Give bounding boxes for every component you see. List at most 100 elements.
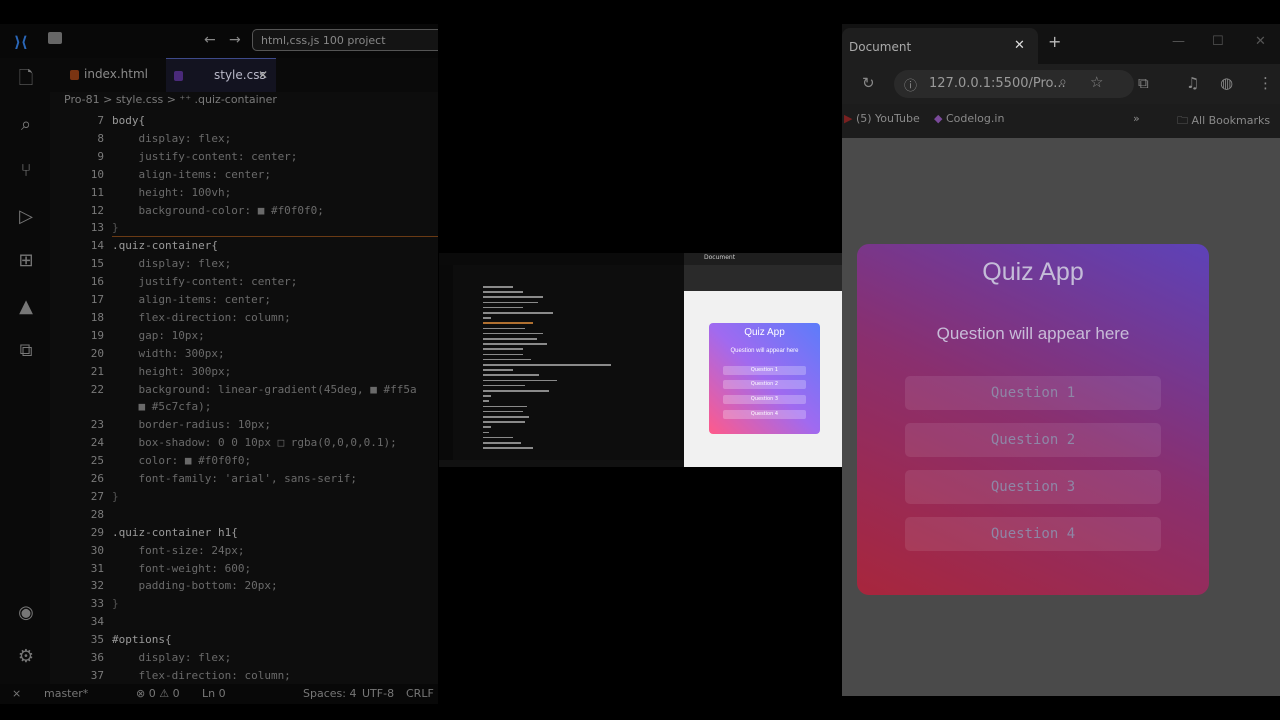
option-button[interactable]: Question 1: [905, 376, 1161, 410]
breadcrumb[interactable]: Pro-81 > style.css > ⁺⁺ .quiz-container: [64, 93, 277, 106]
code-line[interactable]: 19 gap: 10px;: [50, 327, 438, 345]
cursor-position[interactable]: Ln 0: [202, 687, 226, 700]
code-text[interactable]: width: 300px;: [112, 345, 224, 363]
problems-status[interactable]: ⊗ 0 ⚠ 0: [136, 687, 180, 700]
files-icon[interactable]: 🗋: [15, 68, 37, 90]
code-line[interactable]: ■ #5c7cfa);: [50, 398, 438, 416]
code-text[interactable]: }: [112, 219, 119, 237]
url-text[interactable]: 127.0.0.1:5500/Pro...: [929, 76, 1066, 91]
minimize-icon[interactable]: —: [1172, 34, 1185, 49]
code-text[interactable]: #options{: [112, 631, 172, 649]
code-line[interactable]: 15 display: flex;: [50, 255, 438, 273]
code-line[interactable]: 33}: [50, 595, 438, 613]
all-bookmarks[interactable]: 🗀 All Bookmarks: [1177, 112, 1270, 131]
code-text[interactable]: .quiz-container{: [112, 237, 218, 255]
code-text[interactable]: background: linear-gradient(45deg, ■ #ff…: [112, 381, 416, 399]
code-text[interactable]: height: 300px;: [112, 363, 231, 381]
maximize-icon[interactable]: ☐: [1212, 34, 1224, 49]
code-editor[interactable]: 7 body{8 display: flex; 9 justify-content:…: [50, 112, 438, 684]
code-text[interactable]: flex-direction: column;: [112, 309, 290, 327]
code-line[interactable]: 32 padding-bottom: 20px;: [50, 577, 438, 595]
account-icon[interactable]: ◉: [15, 602, 37, 624]
code-line[interactable]: 36 display: flex;: [50, 649, 438, 667]
tab-index-html[interactable]: index.html: [56, 58, 164, 92]
encoding-status[interactable]: UTF-8: [362, 687, 394, 700]
tab-style-css[interactable]: style.css ✕: [166, 58, 276, 92]
remote-explorer-icon[interactable]: ⧉: [15, 340, 37, 362]
eol-status[interactable]: CRLF: [406, 687, 434, 700]
code-text[interactable]: color: ■ #f0f0f0;: [112, 452, 251, 470]
extensions-puzzle-icon[interactable]: ⧉: [1138, 74, 1149, 92]
close-icon[interactable]: ✕: [258, 59, 268, 91]
branch-status[interactable]: master*: [44, 687, 88, 700]
remote-icon[interactable]: ⨯: [12, 687, 21, 700]
code-line[interactable]: 10 align-items: center;: [50, 166, 438, 184]
bookmark-youtube[interactable]: ▶ (5) YouTube: [844, 112, 920, 125]
code-line[interactable]: 27}: [50, 488, 438, 506]
code-line[interactable]: 13}: [50, 219, 438, 237]
code-line[interactable]: 24 box-shadow: 0 0 10px □ rgba(0,0,0,0.1…: [50, 434, 438, 452]
code-line[interactable]: 20 width: 300px;: [50, 345, 438, 363]
settings-icon[interactable]: ⚙: [15, 646, 37, 668]
code-text[interactable]: height: 100vh;: [112, 184, 231, 202]
code-text[interactable]: .quiz-container h1{: [112, 524, 238, 542]
source-control-icon[interactable]: ⑂: [15, 160, 37, 182]
media-control-icon[interactable]: ♫: [1186, 74, 1199, 92]
code-text[interactable]: align-items: center;: [112, 291, 270, 309]
address-bar[interactable]: ⓘ 127.0.0.1:5500/Pro... ⌕ ☆: [894, 70, 1134, 98]
code-line[interactable]: 23 border-radius: 10px;: [50, 416, 438, 434]
browser-tab[interactable]: Document ✕: [842, 28, 1038, 64]
chevron-right-icon[interactable]: »: [1133, 112, 1140, 125]
bookmark-star-icon[interactable]: ☆: [1090, 73, 1103, 91]
code-line[interactable]: 29 .quiz-container h1{: [50, 524, 438, 542]
code-text[interactable]: font-family: 'arial', sans-serif;: [112, 470, 357, 488]
code-line[interactable]: 16 justify-content: center;: [50, 273, 438, 291]
code-text[interactable]: body{: [112, 112, 145, 130]
command-center-search[interactable]: html,css,js 100 project: [252, 29, 438, 51]
back-arrow-icon[interactable]: ←: [204, 32, 216, 48]
code-line[interactable]: 30 font-size: 24px;: [50, 542, 438, 560]
code-text[interactable]: justify-content: center;: [112, 273, 297, 291]
extensions-icon[interactable]: ⊞: [15, 250, 37, 272]
code-text[interactable]: font-weight: 600;: [112, 560, 251, 578]
code-line[interactable]: 31 font-weight: 600;: [50, 560, 438, 578]
code-line[interactable]: 18 flex-direction: column;: [50, 309, 438, 327]
code-text[interactable]: background-color: ■ #f0f0f0;: [112, 202, 323, 220]
code-text[interactable]: padding-bottom: 20px;: [112, 577, 277, 595]
reload-icon[interactable]: ↻: [862, 74, 875, 92]
new-tab-icon[interactable]: +: [1048, 32, 1061, 51]
code-line[interactable]: 37 flex-direction: column;: [50, 667, 438, 685]
code-text[interactable]: align-items: center;: [112, 166, 270, 184]
code-text[interactable]: ■ #5c7cfa);: [112, 398, 211, 416]
site-info-icon[interactable]: ⓘ: [904, 75, 917, 94]
code-text[interactable]: border-radius: 10px;: [112, 416, 270, 434]
option-button[interactable]: Question 3: [905, 470, 1161, 504]
code-line[interactable]: 11 height: 100vh;: [50, 184, 438, 202]
code-line[interactable]: 34: [50, 613, 438, 631]
code-line[interactable]: 7 body{: [50, 112, 438, 130]
code-text[interactable]: font-size: 24px;: [112, 542, 244, 560]
code-text[interactable]: }: [112, 488, 119, 506]
zoom-icon[interactable]: ⌕: [1059, 74, 1067, 90]
profile-icon[interactable]: ◍: [1220, 74, 1233, 92]
code-line[interactable]: 17 align-items: center;: [50, 291, 438, 309]
code-text[interactable]: gap: 10px;: [112, 327, 204, 345]
code-line[interactable]: 35 #options{: [50, 631, 438, 649]
forward-arrow-icon[interactable]: →: [229, 32, 241, 48]
code-text[interactable]: display: flex;: [112, 130, 231, 148]
close-icon[interactable]: ✕: [1014, 38, 1025, 53]
code-line[interactable]: 14 .quiz-container{: [50, 236, 438, 255]
code-line[interactable]: 8 display: flex;: [50, 130, 438, 148]
code-line[interactable]: 12 background-color: ■ #f0f0f0;: [50, 202, 438, 220]
code-text[interactable]: justify-content: center;: [112, 148, 297, 166]
menu-icon[interactable]: [48, 32, 62, 44]
code-line[interactable]: 22 background: linear-gradient(45deg, ■ …: [50, 381, 438, 399]
code-text[interactable]: box-shadow: 0 0 10px □ rgba(0,0,0,0.1);: [112, 434, 396, 452]
window-close-icon[interactable]: ✕: [1255, 34, 1266, 49]
azure-icon[interactable]: ▲: [15, 296, 37, 318]
code-line[interactable]: 21 height: 300px;: [50, 363, 438, 381]
option-button[interactable]: Question 2: [905, 423, 1161, 457]
code-line[interactable]: 28: [50, 506, 438, 524]
code-text[interactable]: display: flex;: [112, 649, 231, 667]
code-text[interactable]: display: flex;: [112, 255, 231, 273]
